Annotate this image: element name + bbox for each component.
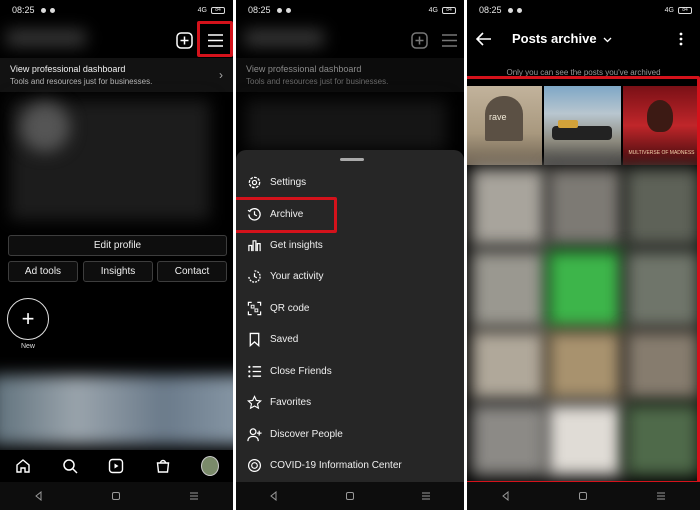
dashboard-subtitle: Tools and resources just for businesses.: [10, 77, 153, 86]
menu-item-label: Favorites: [270, 397, 312, 408]
qr-code-icon: [246, 301, 262, 317]
contact-button[interactable]: Contact: [157, 261, 227, 282]
menu-item-qr-code[interactable]: QR code: [236, 293, 464, 324]
profile-screen: 08:25 4G 84 View professional dashboard …: [0, 0, 233, 510]
discover-people-icon: [246, 427, 262, 443]
insights-icon: [246, 238, 262, 254]
professional-dashboard-link[interactable]: View professional dashboard Tools and re…: [236, 58, 464, 92]
battery-icon: 84: [678, 6, 692, 14]
feed-preview-blurred: [0, 375, 233, 445]
reels-icon[interactable]: [107, 457, 125, 475]
back-arrow-icon[interactable]: [473, 28, 495, 50]
username-blurred: [244, 30, 324, 46]
covid-info-icon: [246, 458, 262, 474]
favorites-icon: [246, 395, 262, 411]
menu-item-label: COVID-19 Information Center: [270, 460, 402, 471]
edit-profile-button[interactable]: Edit profile: [8, 235, 227, 256]
home-nav-icon[interactable]: [342, 488, 358, 504]
create-icon[interactable]: [173, 29, 195, 51]
posts-archive-screen: 08:25 4G 84 Posts archive Only you can s…: [467, 0, 700, 510]
battery-icon: 84: [442, 6, 456, 14]
back-nav-icon[interactable]: [31, 488, 47, 504]
chevron-right-icon: ›: [219, 68, 223, 82]
network-label: 4G: [197, 6, 207, 14]
menu-item-label: Your activity: [270, 271, 324, 282]
profile-avatar-blurred: [20, 102, 70, 152]
bottom-tab-bar: [0, 450, 233, 482]
menu-item-label: Close Friends: [270, 366, 332, 377]
close-friends-icon: [246, 364, 262, 380]
recents-nav-icon[interactable]: [653, 488, 669, 504]
home-nav-icon[interactable]: [108, 488, 124, 504]
dashboard-title: View professional dashboard: [10, 64, 126, 74]
status-bar: 08:25 4G 84: [467, 0, 700, 20]
android-nav-bar: [0, 482, 233, 510]
menu-item-settings[interactable]: Settings: [236, 167, 464, 198]
status-time: 08:25: [12, 5, 35, 15]
archive-grid-highlight-box: [467, 76, 700, 484]
insights-button[interactable]: Insights: [83, 261, 153, 282]
sheet-grabber[interactable]: [340, 158, 364, 161]
archive-highlight-box: [236, 197, 337, 233]
menu-item-your-activity[interactable]: Your activity: [236, 261, 464, 292]
chevron-down-icon: [603, 37, 612, 42]
username-blurred: [6, 30, 86, 46]
ad-tools-button[interactable]: Ad tools: [8, 261, 78, 282]
shop-icon[interactable]: [154, 457, 172, 475]
status-time: 08:25: [248, 5, 271, 15]
settings-icon: [246, 175, 262, 191]
recents-nav-icon[interactable]: [186, 488, 202, 504]
dashboard-title: View professional dashboard: [246, 64, 362, 74]
dashboard-subtitle: Tools and resources just for businesses.: [246, 77, 389, 86]
new-highlight-label: New: [20, 343, 35, 350]
android-nav-bar: [236, 482, 464, 510]
archive-type-dropdown[interactable]: Posts archive: [512, 31, 612, 46]
professional-dashboard-link[interactable]: View professional dashboard Tools and re…: [0, 58, 233, 92]
menu-item-saved[interactable]: Saved: [236, 324, 464, 355]
menu-item-favorites[interactable]: Favorites: [236, 387, 464, 418]
status-bar: 08:25 4G 84: [0, 0, 233, 20]
profile-content-blurred: [246, 100, 446, 150]
menu-item-label: Settings: [270, 177, 307, 188]
create-icon[interactable]: [408, 29, 430, 51]
network-label: 4G: [428, 6, 438, 14]
home-nav-icon[interactable]: [575, 488, 591, 504]
back-nav-icon[interactable]: [498, 488, 514, 504]
search-icon[interactable]: [61, 457, 79, 475]
menu-item-discover-people[interactable]: Discover People: [236, 419, 464, 450]
menu-hamburger-icon[interactable]: [438, 29, 460, 51]
battery-icon: 84: [211, 6, 225, 14]
activity-icon: [246, 269, 262, 285]
status-time: 08:25: [479, 5, 502, 15]
menu-item-covid-info[interactable]: COVID-19 Information Center: [236, 450, 464, 481]
android-nav-bar: [467, 482, 700, 510]
network-label: 4G: [664, 6, 674, 14]
back-nav-icon[interactable]: [266, 488, 282, 504]
status-bar: 08:25 4G 84: [236, 0, 464, 20]
menu-item-get-insights[interactable]: Get insights: [236, 230, 464, 261]
menu-screen: 08:25 4G 84 View professional dashboard …: [236, 0, 464, 510]
saved-icon: [246, 332, 262, 348]
avatar: [200, 456, 219, 476]
menu-highlight-box: [197, 21, 233, 57]
menu-item-label: Discover People: [270, 429, 343, 440]
profile-avatar-tab[interactable]: [200, 456, 219, 476]
menu-item-label: Saved: [270, 334, 299, 345]
more-options-icon[interactable]: [670, 28, 692, 50]
home-icon[interactable]: [14, 457, 32, 475]
menu-item-close-friends[interactable]: Close Friends: [236, 356, 464, 387]
page-title: Posts archive: [512, 31, 597, 46]
new-highlight-button[interactable]: +: [7, 298, 49, 340]
menu-item-label: QR code: [270, 303, 310, 314]
recents-nav-icon[interactable]: [418, 488, 434, 504]
plus-icon: +: [21, 306, 35, 331]
menu-item-label: Get insights: [270, 240, 323, 251]
